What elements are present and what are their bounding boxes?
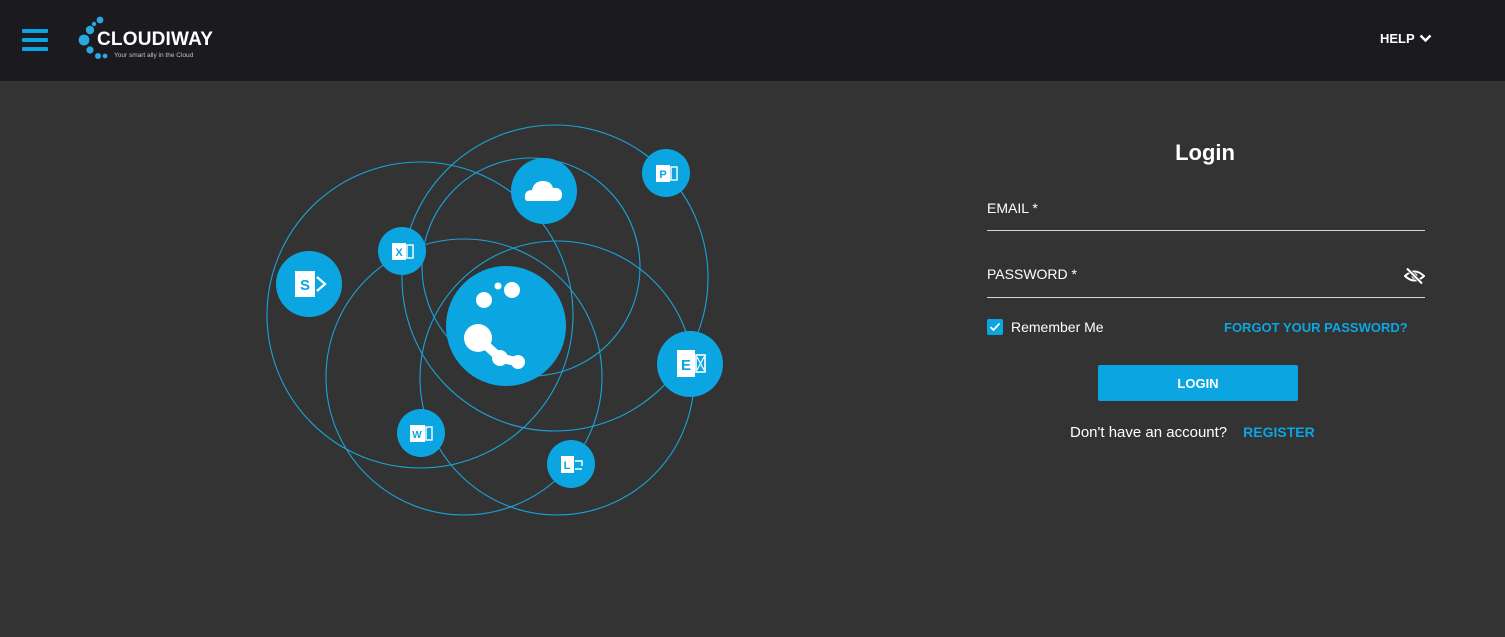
- forgot-password-link[interactable]: FORGOT YOUR PASSWORD?: [1224, 320, 1408, 335]
- email-label: EMAIL *: [987, 200, 1038, 216]
- exchange-icon: E: [657, 331, 723, 397]
- lync-icon: L: [547, 440, 595, 488]
- powerpoint-icon: P: [642, 149, 690, 197]
- svg-text:L: L: [564, 460, 571, 472]
- no-account-text: Don't have an account?: [1070, 424, 1228, 441]
- svg-text:S: S: [300, 277, 310, 294]
- excel-icon: X: [378, 227, 426, 275]
- password-input[interactable]: [987, 283, 1387, 297]
- login-title: Login: [1175, 140, 1235, 165]
- register-link[interactable]: REGISTER: [1243, 424, 1315, 440]
- cloud-apps-illustration: S X P E W L: [266, 124, 723, 516]
- svg-text:W: W: [412, 430, 422, 441]
- help-label: HELP: [1380, 31, 1415, 46]
- chevron-down-icon: [1419, 34, 1432, 43]
- checkbox-checked-icon[interactable]: [987, 319, 1003, 335]
- svg-text:X: X: [395, 247, 403, 259]
- email-field[interactable]: EMAIL *: [987, 200, 1425, 231]
- center-logo-node: [446, 266, 566, 386]
- onedrive-icon: [511, 158, 577, 224]
- sharepoint-icon: S: [276, 251, 342, 317]
- help-menu[interactable]: HELP: [1380, 31, 1432, 46]
- password-field[interactable]: PASSWORD *: [987, 266, 1425, 298]
- eye-off-icon[interactable]: [1404, 267, 1425, 285]
- email-input[interactable]: [987, 216, 1425, 230]
- menu-icon[interactable]: [22, 29, 48, 51]
- register-row: Don't have an account? REGISTER: [1070, 424, 1315, 441]
- remember-me-label: Remember Me: [1011, 319, 1104, 335]
- brand-logo[interactable]: CLOUDIWAY Your smart ally in the Cloud: [76, 16, 226, 64]
- brand-tagline: Your smart ally in the Cloud: [114, 52, 194, 59]
- remember-me-checkbox[interactable]: Remember Me: [987, 319, 1104, 335]
- svg-text:P: P: [659, 169, 666, 181]
- word-icon: W: [397, 409, 445, 457]
- svg-text:E: E: [681, 357, 691, 374]
- login-button[interactable]: LOGIN: [1098, 365, 1298, 401]
- brand-name: CLOUDIWAY: [97, 29, 214, 50]
- password-label: PASSWORD *: [987, 266, 1077, 282]
- top-bar: CLOUDIWAY Your smart ally in the Cloud H…: [0, 0, 1505, 81]
- login-panel: Login: [987, 140, 1425, 166]
